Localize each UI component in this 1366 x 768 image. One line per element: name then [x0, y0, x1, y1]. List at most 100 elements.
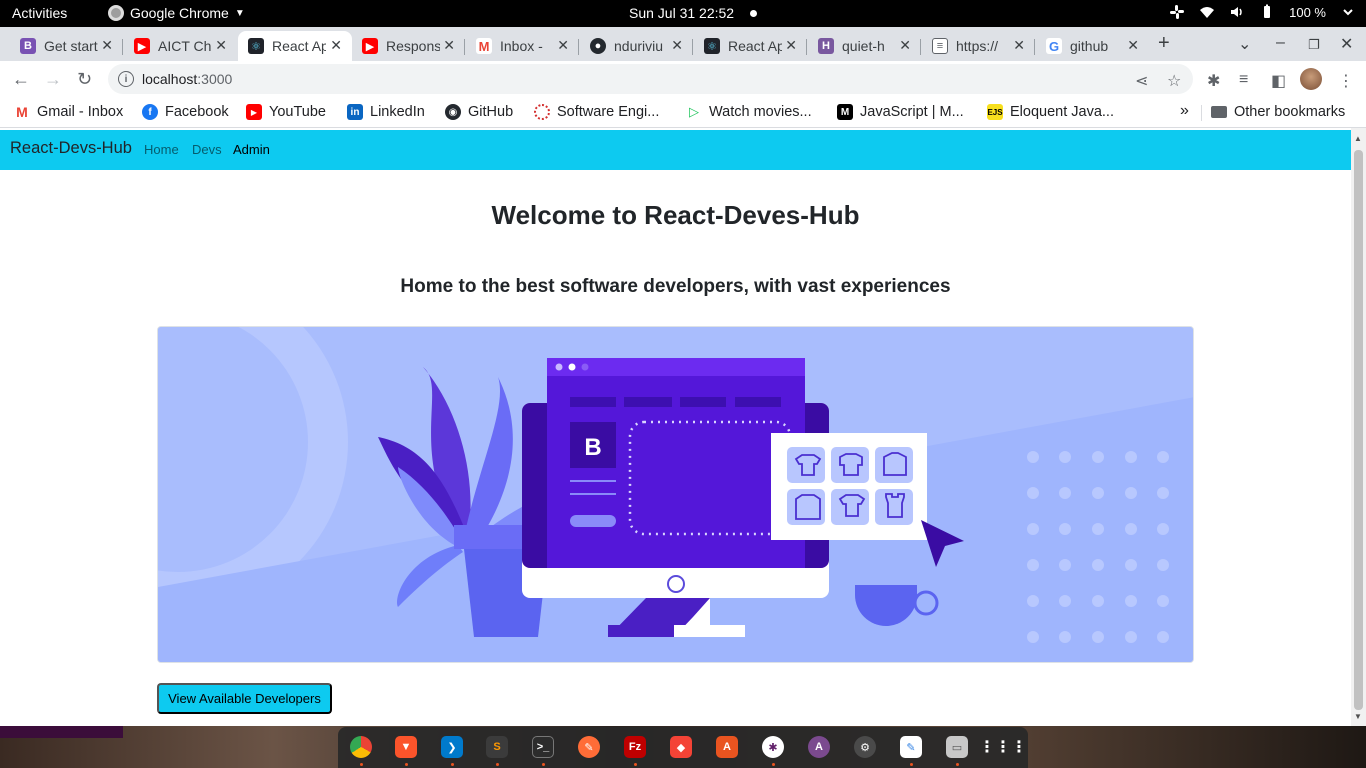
- slack-tray-icon[interactable]: [1169, 4, 1185, 20]
- youtube-icon: ▶: [246, 104, 262, 120]
- tab[interactable]: ● nduriviu ✕: [580, 31, 693, 61]
- git-client-icon[interactable]: ◆: [670, 736, 692, 758]
- tab[interactable]: ▶ AICT Chan ✕: [124, 31, 237, 61]
- facebook-icon: f: [142, 104, 158, 120]
- close-tab-icon[interactable]: ✕: [101, 37, 113, 54]
- close-tab-icon[interactable]: ✕: [557, 37, 569, 54]
- bookmark-label: JavaScript | M...: [860, 104, 964, 120]
- sublime-icon[interactable]: S: [486, 736, 508, 758]
- scroll-down-arrow-icon[interactable]: ▼: [1354, 712, 1362, 721]
- app-store-icon[interactable]: A: [808, 736, 830, 758]
- bookmark-facebook[interactable]: f Facebook: [142, 104, 229, 120]
- tab[interactable]: ⚛ React App ✕: [694, 31, 807, 61]
- tab-separator: [464, 39, 465, 55]
- text-editor-icon[interactable]: ✎: [900, 736, 922, 758]
- restore-icon[interactable]: ❐: [1308, 37, 1320, 53]
- system-tray[interactable]: 100 %: [1169, 4, 1356, 20]
- scrollbar-thumb[interactable]: [1354, 150, 1363, 710]
- mdn-icon: M: [837, 104, 853, 120]
- files-icon[interactable]: ▭: [946, 736, 968, 758]
- chrome-icon[interactable]: [350, 736, 372, 758]
- back-arrow-icon[interactable]: ←: [12, 69, 30, 90]
- bookmark-watch-movies[interactable]: ▷ Watch movies...: [686, 104, 812, 120]
- tab[interactable]: M Inbox - ✕: [466, 31, 579, 61]
- wifi-icon[interactable]: [1199, 4, 1215, 20]
- close-tab-icon[interactable]: ✕: [1013, 37, 1025, 54]
- notification-dot-icon: [750, 10, 757, 17]
- circle-icon: [534, 104, 550, 120]
- tab[interactable]: G github ✕: [1036, 31, 1149, 61]
- github-icon: ◉: [445, 104, 461, 120]
- share-icon[interactable]: ⋖: [1135, 71, 1148, 91]
- terminal-icon[interactable]: >_: [532, 736, 554, 758]
- url-host: localhost: [142, 71, 198, 87]
- brave-icon[interactable]: ▼: [395, 736, 417, 758]
- bookmarks-bar: M Gmail - Inbox f Facebook ▶ YouTube in Link…: [0, 98, 1366, 128]
- ubuntu-dock: ▼ ❯ S >_ ✎ Fz ◆ A ✱ A ⚙ ✎ ▭ ⋮⋮⋮: [338, 727, 1028, 768]
- slack-icon[interactable]: ✱: [762, 736, 784, 758]
- scroll-up-arrow-icon[interactable]: ▲: [1354, 134, 1362, 143]
- close-tab-icon[interactable]: ✕: [671, 37, 683, 54]
- power-menu-icon[interactable]: [1340, 4, 1356, 20]
- nav-link-home[interactable]: Home: [144, 142, 179, 157]
- view-developers-button[interactable]: View Available Developers: [157, 683, 332, 714]
- running-indicator: [956, 763, 959, 766]
- site-info-icon[interactable]: i: [118, 71, 134, 87]
- navbar-brand[interactable]: React-Devs-Hub: [10, 139, 132, 158]
- reload-icon[interactable]: ↻: [77, 69, 92, 90]
- bookmarks-overflow-icon[interactable]: »: [1180, 102, 1189, 120]
- profile-avatar[interactable]: [1300, 68, 1322, 90]
- filezilla-icon[interactable]: Fz: [624, 736, 646, 758]
- minimize-icon[interactable]: –: [1276, 34, 1285, 52]
- address-bar[interactable]: i localhost:3000: [108, 64, 1193, 94]
- bookmark-software-engineering[interactable]: Software Engi...: [534, 104, 659, 120]
- tab[interactable]: ▶ Responsive ✕: [352, 31, 465, 61]
- ecommerce-illustration: B: [158, 327, 1193, 662]
- new-tab-plus-icon[interactable]: +: [1158, 32, 1170, 55]
- bookmark-eloquent-javascript[interactable]: EJS Eloquent Java...: [987, 104, 1114, 120]
- show-apps-icon[interactable]: ⋮⋮⋮: [979, 736, 1027, 758]
- tab-search-chevron-icon[interactable]: ⌄: [1238, 34, 1251, 54]
- bookmark-label: Eloquent Java...: [1010, 104, 1114, 120]
- close-tab-icon[interactable]: ✕: [785, 37, 797, 54]
- settings-icon[interactable]: ⚙: [854, 736, 876, 758]
- running-indicator: [360, 763, 363, 766]
- tab[interactable]: ≡ https:// ✕: [922, 31, 1035, 61]
- close-tab-icon[interactable]: ✕: [1127, 37, 1139, 54]
- vscode-icon[interactable]: ❯: [441, 736, 463, 758]
- tab[interactable]: H quiet-h ✕: [808, 31, 921, 61]
- chrome-menu-icon[interactable]: ⋮: [1338, 71, 1354, 91]
- page-scrollbar[interactable]: ▲ ▼: [1351, 128, 1366, 726]
- media-queue-icon[interactable]: ≡: [1239, 71, 1248, 89]
- bookmark-linkedin[interactable]: in LinkedIn: [347, 104, 425, 120]
- clock[interactable]: Sun Jul 31 22:52: [629, 5, 734, 21]
- postman-icon[interactable]: ✎: [578, 736, 600, 758]
- other-bookmarks[interactable]: Other bookmarks: [1211, 104, 1345, 120]
- forward-arrow-icon[interactable]: →: [44, 69, 62, 90]
- app-menu[interactable]: Google Chrome ▼: [108, 5, 245, 21]
- caret-down-icon: ▼: [234, 7, 245, 19]
- close-tab-icon[interactable]: ✕: [443, 37, 455, 54]
- activities-button[interactable]: Activities: [12, 5, 67, 21]
- youtube-icon: ▶: [134, 38, 150, 54]
- close-tab-icon[interactable]: ✕: [330, 37, 342, 54]
- side-panel-icon[interactable]: ◧: [1271, 71, 1286, 91]
- bookmark-youtube[interactable]: ▶ YouTube: [246, 104, 326, 120]
- close-tab-icon[interactable]: ✕: [215, 37, 227, 54]
- window-edge: [0, 726, 123, 738]
- tab-active[interactable]: ⚛ React App ✕: [238, 31, 352, 61]
- bookmark-github[interactable]: ◉ GitHub: [445, 104, 513, 120]
- bookmark-gmail[interactable]: M Gmail - Inbox: [14, 104, 123, 120]
- close-window-icon[interactable]: ✕: [1340, 34, 1353, 54]
- bookmark-javascript-mdn[interactable]: M JavaScript | M...: [837, 104, 964, 120]
- volume-icon[interactable]: [1229, 4, 1245, 20]
- bootstrap-icon: B: [20, 38, 36, 54]
- nav-link-admin[interactable]: Admin: [233, 142, 270, 157]
- battery-icon[interactable]: [1259, 4, 1275, 20]
- software-center-icon[interactable]: A: [716, 736, 738, 758]
- close-tab-icon[interactable]: ✕: [899, 37, 911, 54]
- tab[interactable]: B Get started ✕: [10, 31, 123, 61]
- nav-link-devs[interactable]: Devs: [192, 142, 222, 157]
- extensions-puzzle-icon[interactable]: ✱: [1207, 71, 1220, 91]
- bookmark-star-icon[interactable]: ☆: [1167, 71, 1181, 91]
